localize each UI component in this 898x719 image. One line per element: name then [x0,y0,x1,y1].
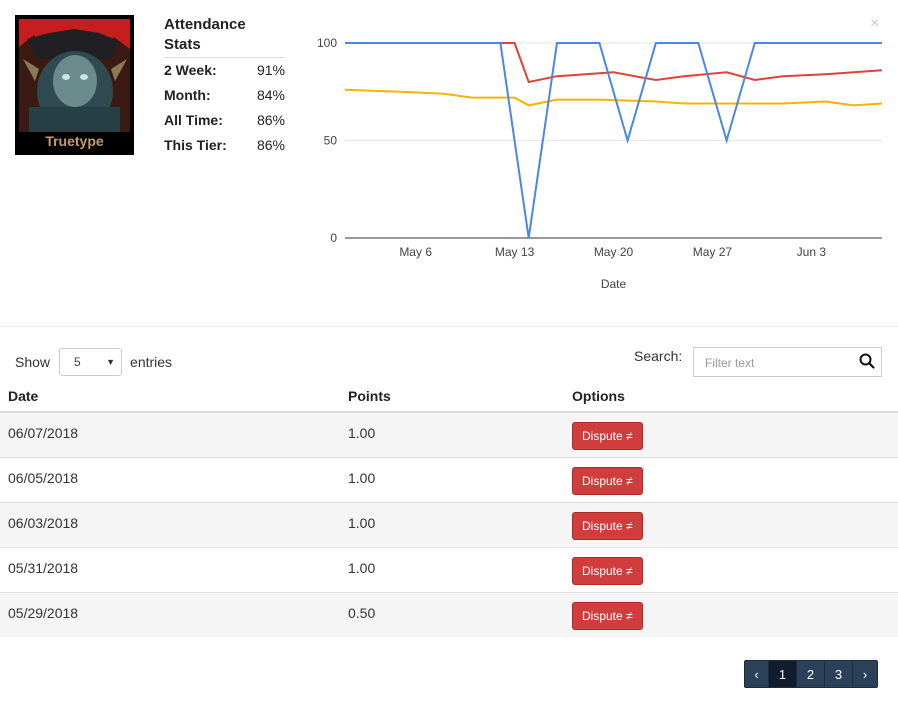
stats-title: Attendance Stats [164,15,285,58]
search-control: Search: [634,348,682,364]
x-tick-label: May 20 [594,245,634,259]
page-length-control: Show 5 ▼ entries [15,348,172,376]
cell-points: 1.00 [340,501,564,547]
stat-label: Month: [164,87,211,103]
y-tick-label: 100 [317,36,337,50]
entries-label: entries [130,354,173,370]
stat-label: This Tier: [164,137,227,153]
x-tick-label: May 27 [693,245,733,259]
character-name: Truetype [45,133,104,149]
stat-value: 84% [256,87,285,103]
stat-label: 2 Week: [164,62,217,78]
y-tick-label: 50 [324,134,338,148]
cell-options: Dispute ≠ [564,411,898,457]
stat-value: 86% [256,112,285,128]
table-row: 06/07/2018 1.00 Dispute ≠ [0,411,898,457]
stat-row: This Tier: 86% [164,133,285,158]
cell-options: Dispute ≠ [564,546,898,592]
search-label: Search: [634,348,683,364]
x-tick-label: May 6 [399,245,432,259]
cell-options: Dispute ≠ [564,456,898,502]
pagination: ‹ 1 2 3 › [744,660,878,688]
stat-row: All Time: 86% [164,108,285,133]
cell-date: 06/05/2018 [0,456,340,502]
cell-points: 1.00 [340,456,564,502]
table-row: 06/03/2018 1.00 Dispute ≠ [0,501,898,547]
dispute-button[interactable]: Dispute ≠ [572,466,643,495]
pagination-page-2[interactable]: 2 [796,660,825,688]
stat-label: All Time: [164,112,223,128]
column-header-options: Options [564,380,898,413]
column-header-points[interactable]: Points [340,380,564,413]
cell-date: 06/07/2018 [0,411,340,457]
dispute-button[interactable]: Dispute ≠ [572,422,643,450]
dispute-button[interactable]: Dispute ≠ [572,511,643,540]
points-table: Date Points Options 06/07/2018 1.00 Disp… [0,380,898,637]
pagination-page-1[interactable]: 1 [768,660,797,688]
table-row: 05/29/2018 0.50 Dispute ≠ [0,591,898,637]
cell-points: 1.00 [340,411,564,457]
table-row: 05/31/2018 1.00 Dispute ≠ [0,546,898,592]
show-label: Show [15,354,51,370]
attendance-stats: Attendance Stats 2 Week: 91% Month: 84% … [164,15,285,158]
stat-value: 86% [256,137,285,153]
cell-date: 06/03/2018 [0,501,340,547]
table-header-row: Date Points Options [0,380,898,413]
chevron-down-icon: ▼ [106,357,116,367]
table-row: 06/05/2018 1.00 Dispute ≠ [0,456,898,502]
stat-row: Month: 84% [164,83,285,108]
pagination-page-3[interactable]: 3 [824,660,853,688]
avatar: Truetype [15,15,134,155]
cell-points: 1.00 [340,546,564,592]
pagination-prev[interactable]: ‹ [744,660,769,688]
page-length-select[interactable]: 5 ▼ [59,348,123,376]
search-icon[interactable] [859,353,875,374]
pagination-next[interactable]: › [852,660,878,688]
search-box [693,347,882,377]
page-length-value: 5 [74,355,81,369]
cell-date: 05/29/2018 [0,591,340,637]
cell-date: 05/31/2018 [0,546,340,592]
cell-options: Dispute ≠ [564,591,898,637]
series-line-1 [345,42,883,84]
attendance-chart: 0 50 100 May 6 May 13 May 20 May 27 Jun 3 Date [300,30,890,300]
character-portrait [19,19,130,132]
x-tick-label: Jun 3 [797,245,827,259]
dispute-button[interactable]: Dispute ≠ [572,601,643,630]
cell-options: Dispute ≠ [564,501,898,547]
x-tick-label: May 13 [495,245,535,259]
stat-row: 2 Week: 91% [164,58,285,83]
x-axis-title: Date [601,277,627,291]
cell-points: 0.50 [340,591,564,637]
section-divider [0,326,898,327]
stat-value: 91% [256,62,285,78]
dispute-button[interactable]: Dispute ≠ [572,556,643,585]
y-tick-label: 0 [330,231,337,245]
column-header-date[interactable]: Date [0,380,340,413]
search-input[interactable] [703,349,857,377]
